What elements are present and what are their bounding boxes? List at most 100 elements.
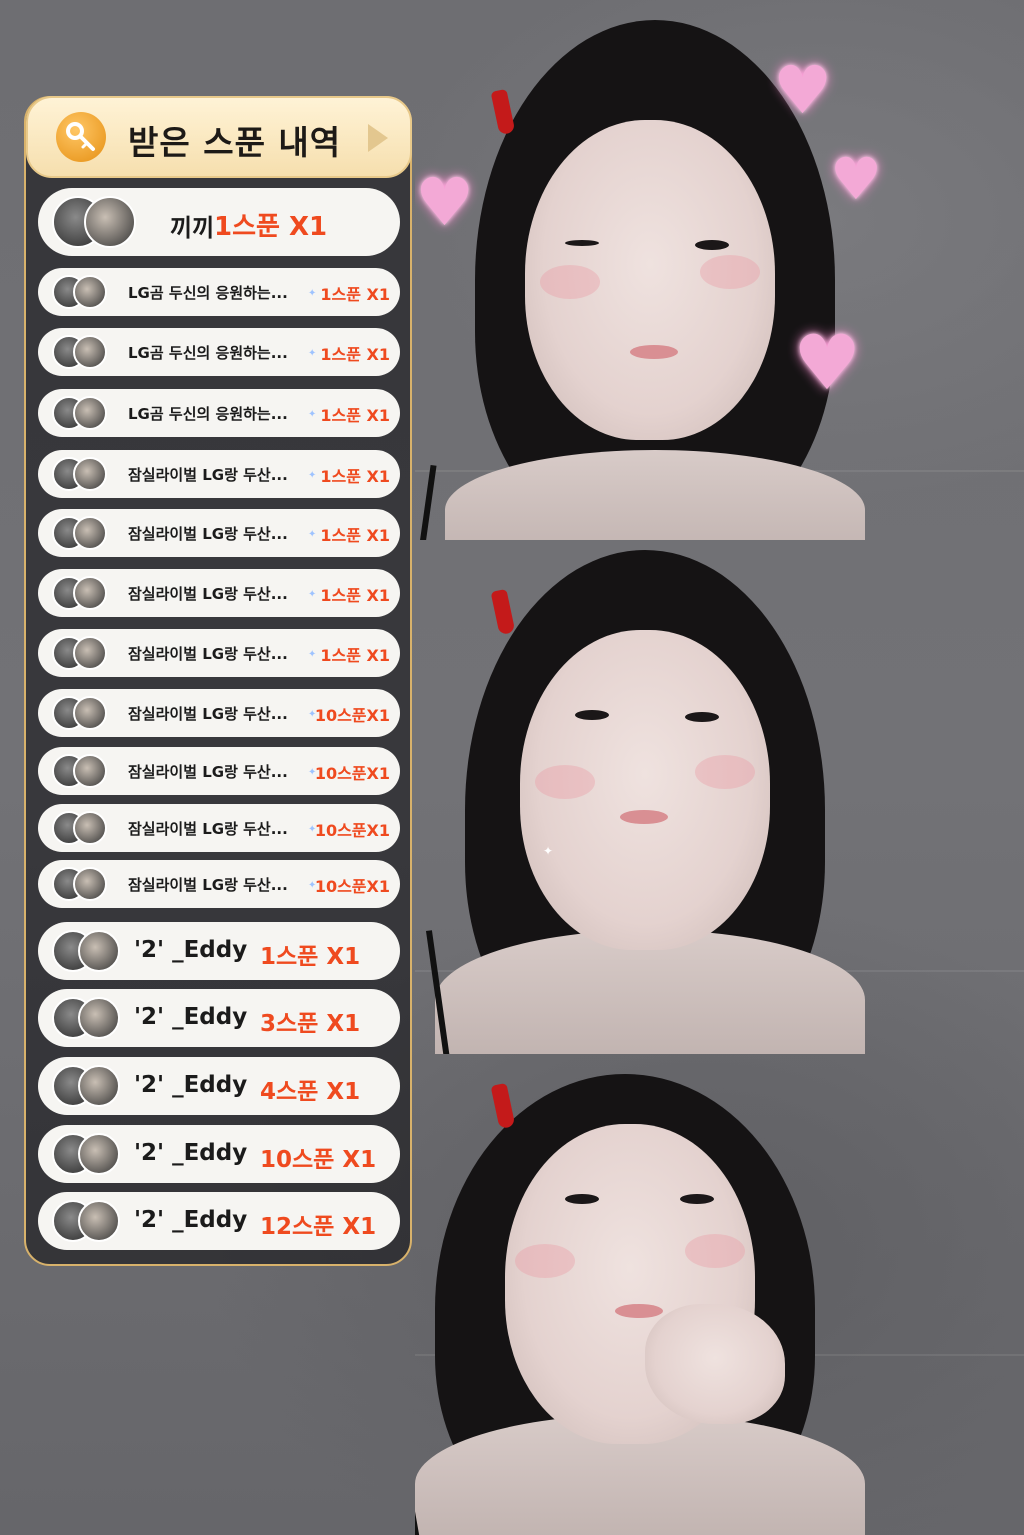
spoon-row[interactable]: '2' _Eddy 3스푼 X1 — [38, 989, 400, 1047]
avatar — [73, 576, 108, 610]
sender-name: 잠실라이벌 LG랑 두산... — [128, 585, 288, 603]
avatar — [73, 811, 108, 845]
avatar-pair[interactable] — [52, 275, 116, 309]
avatar — [73, 754, 108, 788]
hair-clip — [490, 1082, 516, 1130]
spoon-row[interactable]: ✦ 잠실라이벌 LG랑 두산... 1스푼 X1 — [38, 569, 400, 617]
sender-name: LG곰 두신의 응원하는... — [128, 344, 288, 362]
avatar — [78, 1200, 121, 1242]
spoon-amount: 12스푼 X1 — [260, 1214, 377, 1240]
spoon-row[interactable]: '2' _Eddy 1스푼 X1 — [38, 922, 400, 980]
spoon-history-header: 받은 스푼 내역 — [26, 96, 412, 178]
avatar-pair[interactable] — [52, 1200, 121, 1242]
spoon-row[interactable]: ✦ LG곰 두신의 응원하는... 1스푼 X1 — [38, 268, 400, 316]
sparkle-icon: ✦ — [308, 288, 317, 299]
eye-wink — [565, 240, 599, 246]
sender-name: LG곰 두신의 응원하는... — [128, 405, 288, 423]
avatar-pair[interactable] — [52, 457, 116, 491]
avatar-pair[interactable] — [52, 576, 116, 610]
sender-name: 잠실라이벌 LG랑 두산... — [128, 705, 288, 723]
sparkle-icon: ✦ — [308, 649, 317, 660]
panel-title: 받은 스푼 내역 — [128, 123, 342, 162]
blush — [695, 755, 755, 789]
eye — [575, 710, 609, 720]
lips — [630, 345, 678, 359]
heart-icon: ♥ — [773, 52, 833, 129]
blush — [700, 255, 760, 289]
avatar — [73, 457, 108, 491]
spoon-amount: 10스푼X1 — [314, 821, 390, 840]
spoon-amount: 3스푼 X1 — [260, 1011, 361, 1037]
avatar — [78, 997, 121, 1039]
avatar — [73, 696, 108, 730]
spoon-row[interactable]: ✦ 잠실라이벌 LG랑 두산... 1스푼 X1 — [38, 450, 400, 498]
eye — [680, 1194, 714, 1204]
spoon-row[interactable]: '2' _Eddy 10스푼 X1 — [38, 1125, 400, 1183]
sender-name: 잠실라이벌 LG랑 두산... — [128, 876, 288, 894]
spoon-row[interactable]: ✦ 잠실라이벌 LG랑 두산... 10스푼X1 — [38, 689, 400, 737]
spoon-row[interactable]: ✦ 잠실라이벌 LG랑 두산... 1스푼 X1 — [38, 629, 400, 677]
sparkle-icon: ✦ — [308, 589, 317, 600]
spoon-amount: 1스푼 X1 — [320, 345, 390, 364]
avatar — [73, 335, 108, 369]
avatar-pair[interactable] — [52, 335, 116, 369]
avatar-pair[interactable] — [52, 516, 116, 550]
avatar-pair[interactable] — [52, 1133, 121, 1175]
spoon-row[interactable]: ✦ 잠실라이벌 LG랑 두산... 10스푼X1 — [38, 804, 400, 852]
spoon-row[interactable]: ✦ LG곰 두신의 응원하는... 1스푼 X1 — [38, 389, 400, 437]
spoon-row[interactable]: '2' _Eddy 4스푼 X1 — [38, 1057, 400, 1115]
spoon-amount: 1스푼 X1 — [320, 586, 390, 605]
sender-name: '2' _Eddy — [134, 1207, 248, 1233]
spoon-row[interactable]: ✦ 잠실라이벌 LG랑 두산... 10스푼X1 — [38, 860, 400, 908]
sender-name: 잠실라이벌 LG랑 두산... — [128, 645, 288, 663]
spoon-row[interactable]: ✦ 잠실라이벌 LG랑 두산... 1스푼 X1 — [38, 509, 400, 557]
lips — [615, 1304, 663, 1318]
blush — [515, 1244, 575, 1278]
key-icon — [56, 112, 106, 162]
spoon-amount: 10스푼 X1 — [260, 1147, 377, 1173]
avatar-pair[interactable] — [52, 867, 116, 901]
sender-name: '2' _Eddy — [134, 937, 248, 963]
avatar-pair[interactable] — [52, 1065, 121, 1107]
avatar — [73, 516, 108, 550]
sender-name: 잠실라이벌 LG랑 두산... — [128, 763, 288, 781]
heart-icon: ♥ — [793, 318, 862, 407]
sparkle-icon: ✦ — [308, 529, 317, 540]
lips — [620, 810, 668, 824]
strap — [419, 464, 437, 540]
photo-middle: ✦ — [415, 540, 1024, 1054]
avatar-pair[interactable] — [52, 396, 116, 430]
sender-name: '2' _Eddy — [134, 1004, 248, 1030]
heart-icon: ♥ — [830, 145, 882, 213]
avatar — [78, 1065, 121, 1107]
spoon-amount: 10스푼X1 — [314, 877, 390, 896]
sender-name: 잠실라이벌 LG랑 두산... — [128, 466, 288, 484]
avatar-pair[interactable] — [52, 811, 116, 845]
spoon-row[interactable]: ✦ 잠실라이벌 LG랑 두산... 10스푼X1 — [38, 747, 400, 795]
avatar-pair[interactable] — [52, 997, 121, 1039]
avatar-pair[interactable] — [52, 754, 116, 788]
avatar-pair[interactable] — [52, 696, 116, 730]
spoon-amount: 1스푼 X1 — [320, 526, 390, 545]
play-icon[interactable] — [368, 124, 388, 152]
photo-bottom — [415, 1054, 1024, 1535]
spoon-row[interactable]: '2' _Eddy 12스푼 X1 — [38, 1192, 400, 1250]
sparkle-icon: ✦ — [543, 844, 554, 858]
spoon-row[interactable]: ✦ LG곰 두신의 응원하는... 1스푼 X1 — [38, 328, 400, 376]
avatar — [73, 867, 108, 901]
hand — [645, 1304, 785, 1424]
avatar-pair[interactable] — [52, 930, 121, 972]
eye — [685, 712, 719, 722]
avatar-pair[interactable] — [52, 196, 137, 248]
sender-name: 잠실라이벌 LG랑 두산... — [128, 820, 288, 838]
spoon-amount: 1스푼 X1 — [214, 212, 328, 242]
blush — [540, 265, 600, 299]
hair-clip — [490, 588, 516, 636]
avatar — [73, 636, 108, 670]
spoon-row[interactable]: 끼끼 1스푼 X1 — [38, 188, 400, 256]
avatar — [84, 196, 137, 248]
hair-clip — [490, 88, 516, 136]
sender-name: '2' _Eddy — [134, 1072, 248, 1098]
blush — [685, 1234, 745, 1268]
avatar-pair[interactable] — [52, 636, 116, 670]
